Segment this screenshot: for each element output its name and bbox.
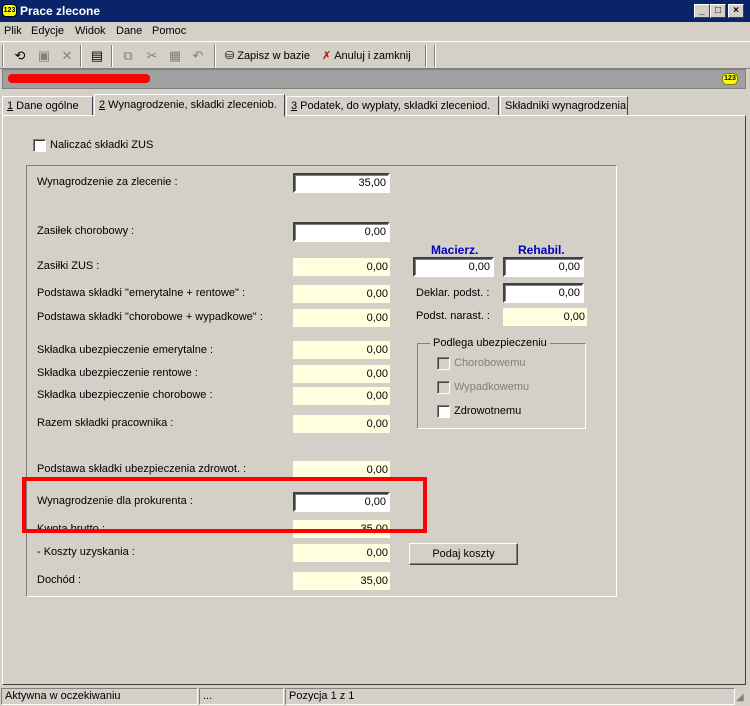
save-button[interactable]: ⛁ Zapisz w bazie [225, 45, 310, 67]
zus-checkbox[interactable] [33, 139, 46, 152]
podst-zdrow-label: Podstawa składki ubezpieczenia zdrowot. … [37, 463, 247, 475]
podaj-koszty-button[interactable]: Podaj koszty [409, 543, 518, 565]
zdrowotnemu-label: Zdrowotnemu [454, 405, 522, 417]
numbering-badge: 123 [722, 73, 738, 85]
skl-emer-label: Składka ubezpieczenie emerytalne : [37, 344, 214, 356]
podst-chor-label: Podstawa składki "chorobowe + wypadkowe"… [37, 311, 263, 323]
rehabil-input[interactable]: 0,00 [503, 257, 584, 277]
cancel-icon: ✗ [322, 50, 332, 62]
highlight-rectangle [22, 477, 427, 533]
cancel-label: Anuluj i zamknij [334, 50, 411, 62]
wypadkowemu-label: Wypadkowemu [454, 381, 530, 393]
maximize-button[interactable]: □ [710, 4, 726, 18]
save-label: Zapisz w bazie [237, 50, 310, 62]
deklar-input[interactable]: 0,00 [503, 283, 584, 303]
deklar-label: Deklar. podst. : [416, 287, 490, 299]
narast-value: 0,00 [503, 308, 587, 326]
podst-chor-value: 0,00 [293, 309, 390, 327]
redacted-bar [8, 74, 150, 83]
zasilki-zus-value: 0,00 [293, 258, 390, 276]
save-icon: ⛁ [225, 50, 235, 62]
zus-checkbox-label: Naliczać składki ZUS [50, 139, 154, 151]
tab-label: Dane ogólne [13, 100, 79, 112]
rehabil-header: Rehabil. [518, 243, 565, 257]
resize-grip-icon[interactable]: ◢ [736, 692, 744, 703]
wynagrodzenie-input[interactable]: 35,00 [293, 173, 390, 193]
menu-plik[interactable]: Plik [4, 25, 22, 37]
dochod-value: 35,00 [293, 572, 390, 590]
paste-icon[interactable]: ▦ [164, 45, 186, 67]
toolbar-separator [434, 45, 436, 67]
status-position: Pozycja 1 z 1 [285, 688, 735, 705]
refresh-icon[interactable]: ⟲ [9, 45, 31, 67]
zasilek-input[interactable]: 0,00 [293, 222, 390, 242]
close-button[interactable]: × [728, 4, 744, 18]
tab-podatek[interactable]: 3 Podatek, do wypłaty, składki zleceniod… [286, 96, 499, 116]
wypadkowemu-checkbox [437, 381, 450, 394]
skl-rent-value: 0,00 [293, 365, 390, 383]
tab-label: Podatek, do wypłaty, składki zleceniod. [297, 100, 491, 112]
dochod-label: Dochód : [37, 574, 82, 586]
tab-wynagrodzenie[interactable]: 2 Wynagrodzenie, składki zleceniob. [94, 94, 285, 117]
menu-widok[interactable]: Widok [75, 25, 106, 37]
menu-pomoc[interactable]: Pomoc [152, 25, 186, 37]
macierz-input[interactable]: 0,00 [413, 257, 494, 277]
cancel-button[interactable]: ✗ Anuluj i zamknij [322, 45, 411, 67]
wynagrodzenie-label: Wynagrodzenie za zlecenie : [37, 176, 178, 188]
menu-bar: Plik Edycje Widok Dane Pomoc [0, 22, 750, 41]
status-state: Aktywna w oczekiwaniu [1, 688, 198, 705]
razem-value: 0,00 [293, 415, 390, 433]
status-dots: ... [199, 688, 284, 705]
toolbar-separator [214, 45, 216, 67]
undo-icon[interactable]: ↶ [187, 45, 209, 67]
zasilek-label: Zasiłek chorobowy : [37, 225, 135, 237]
toolbar: ⟲ ▣ ✕ ▤ ⧉ ✂ ▦ ↶ ⛁ Zapisz w bazie ✗ Anulu… [0, 41, 750, 69]
toolbar-separator [111, 45, 113, 67]
cut-icon[interactable]: ✂ [141, 45, 163, 67]
skl-rent-label: Składka ubezpieczenie rentowe : [37, 367, 198, 379]
toolbar-separator [80, 45, 82, 67]
title-bar: 123 Prace zlecone _ □ × [0, 0, 750, 22]
toolbar-separator [425, 45, 427, 67]
podst-emer-value: 0,00 [293, 285, 390, 303]
macierz-header: Macierz. [431, 243, 479, 257]
tab-label: Składniki wynagrodzenia [505, 100, 627, 112]
zasilki-zus-label: Zasiłki ZUS : [37, 260, 100, 272]
tab-skladniki[interactable]: Składniki wynagrodzenia [500, 96, 628, 116]
zdrowotnemu-checkbox[interactable] [437, 405, 450, 418]
skl-chor-value: 0,00 [293, 387, 390, 405]
podlega-title: Podlega ubezpieczeniu [430, 337, 550, 349]
toolbar-separator [2, 45, 4, 67]
properties-icon[interactable]: ▤ [86, 45, 108, 67]
tab-label: Wynagrodzenie, składki zleceniob. [105, 99, 277, 111]
copy-icon[interactable]: ⧉ [117, 45, 139, 67]
tab-dane-ogolne[interactable]: 1 Dane ogólne [2, 96, 93, 116]
disk-icon[interactable]: ▣ [33, 45, 55, 67]
minimize-button[interactable]: _ [694, 4, 710, 18]
status-bar: Aktywna w oczekiwaniu ... Pozycja 1 z 1 … [0, 686, 750, 706]
narast-label: Podst. narast. : [416, 310, 490, 322]
skl-chor-label: Składka ubezpieczenie chorobowe : [37, 389, 213, 401]
podst-emer-label: Podstawa składki "emerytalne + rentowe" … [37, 287, 246, 299]
menu-edycje[interactable]: Edycje [31, 25, 64, 37]
skl-emer-value: 0,00 [293, 341, 390, 359]
chorobowemu-label: Chorobowemu [454, 357, 526, 369]
chorobowemu-checkbox [437, 357, 450, 370]
menu-dane[interactable]: Dane [116, 25, 142, 37]
delete-icon[interactable]: ✕ [56, 45, 78, 67]
koszty-value: 0,00 [293, 544, 390, 562]
razem-label: Razem składki pracownika : [37, 417, 174, 429]
app-icon: 123 [2, 4, 17, 17]
koszty-label: - Koszty uzyskania : [37, 546, 135, 558]
window-title: Prace zlecone [20, 4, 101, 18]
